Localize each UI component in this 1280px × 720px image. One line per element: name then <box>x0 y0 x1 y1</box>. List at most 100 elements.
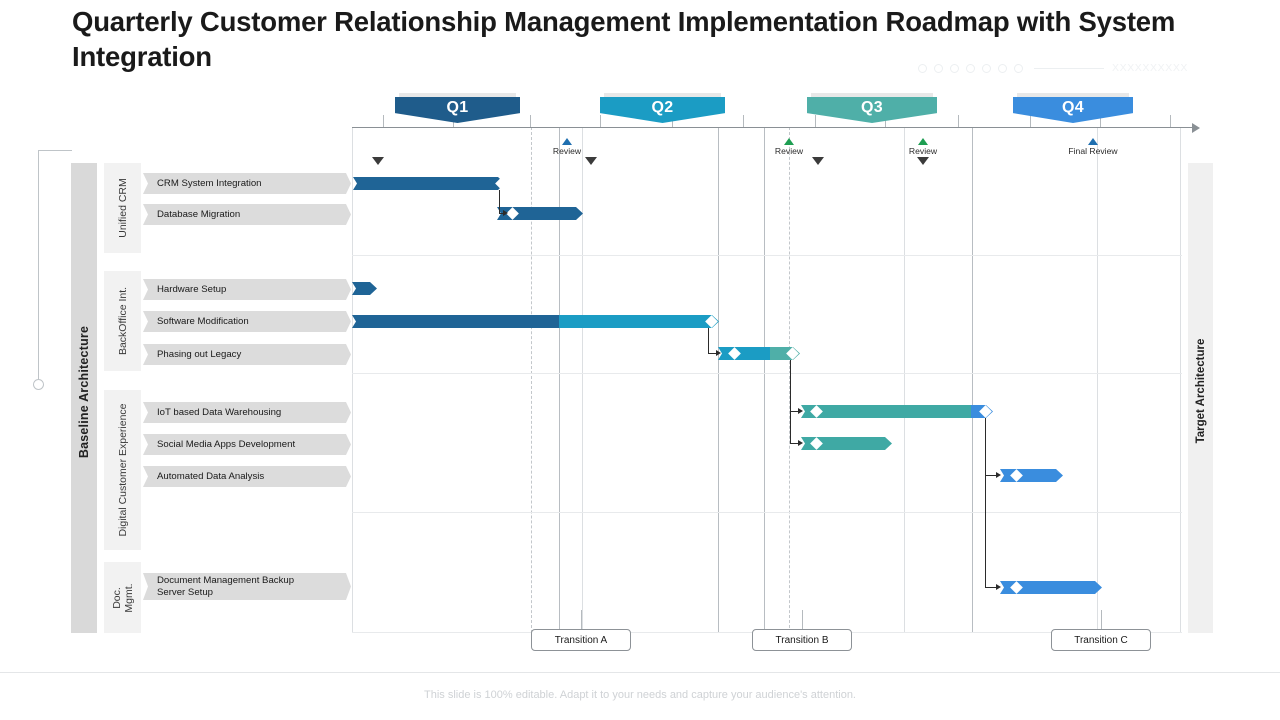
connector-horizontal <box>790 443 798 444</box>
axis-tick <box>815 115 816 127</box>
axis-tick <box>1030 115 1031 127</box>
gridline-vertical <box>718 127 719 633</box>
task-label-row[interactable]: CRM System Integration <box>143 173 351 194</box>
gantt-bar-segment <box>718 347 770 360</box>
transition-box[interactable]: Transition A <box>531 629 631 651</box>
triangle-up-icon <box>562 138 572 145</box>
axis-tick <box>383 115 384 127</box>
review-marker: Review <box>525 138 609 156</box>
axis-tick <box>958 115 959 127</box>
triangle-down-icon <box>372 157 384 165</box>
quarter-banner-Q3[interactable]: Q3 <box>807 97 937 123</box>
quarter-label: Q4 <box>1062 99 1084 116</box>
quarter-label: Q1 <box>446 99 469 116</box>
gridline-horizontal <box>352 512 1182 513</box>
gridline-vertical <box>1180 127 1181 633</box>
review-label: Review <box>552 146 582 156</box>
deco-dot <box>918 63 927 73</box>
group-box-1: Unified CRM <box>104 163 141 253</box>
transition-box[interactable]: Transition C <box>1051 629 1151 651</box>
axis-tick <box>530 115 531 127</box>
gantt-bar-segment <box>353 177 505 190</box>
header-decoration: XXXXXXXXXX <box>918 60 1188 76</box>
gantt-bar[interactable] <box>497 207 583 220</box>
triangle-down-icon <box>585 157 597 165</box>
quarter-banner-Q2[interactable]: Q2 <box>600 97 725 123</box>
transition-stem <box>581 610 582 629</box>
review-label: Review <box>774 146 804 156</box>
task-label-text: Document Management Backup Server Setup <box>157 575 295 598</box>
deco-dot <box>998 63 1007 73</box>
quarter-banner-Q4[interactable]: Q4 <box>1013 97 1133 123</box>
connector-arrow-icon <box>716 350 721 356</box>
task-label-row[interactable]: Software Modification <box>143 311 351 332</box>
review-label: Review <box>908 146 938 156</box>
transition-label: Transition C <box>1074 634 1128 646</box>
gantt-bar[interactable] <box>801 437 892 450</box>
gridline-vertical <box>904 127 905 633</box>
quarter-banner-Q1[interactable]: Q1 <box>395 97 520 123</box>
task-label-row[interactable]: IoT based Data Warehousing <box>143 402 351 423</box>
axis-tick <box>743 115 744 127</box>
quarter-label: Q3 <box>861 99 883 116</box>
gantt-bar-segment <box>801 405 971 418</box>
task-label-row[interactable]: Automated Data Analysis <box>143 466 351 487</box>
task-label-text: IoT based Data Warehousing <box>157 406 282 418</box>
connector-arrow-icon <box>996 472 1001 478</box>
task-label-row[interactable]: Social Media Apps Development <box>143 434 351 455</box>
connector-vertical <box>790 360 791 443</box>
transition-stem <box>802 610 803 629</box>
deco-dot <box>934 63 943 73</box>
group-box-4: Doc. Mgmt. <box>104 562 141 633</box>
triangle-up-icon <box>784 138 794 145</box>
gantt-bar[interactable] <box>353 177 508 190</box>
deco-rule <box>1034 67 1104 69</box>
baseline-architecture-panel: Baseline Architecture <box>71 163 97 633</box>
baseline-architecture-label: Baseline Architecture <box>77 325 91 459</box>
transition-box[interactable]: Transition B <box>752 629 852 651</box>
task-label-row[interactable]: Hardware Setup <box>143 279 351 300</box>
gantt-bar-segment <box>352 315 559 328</box>
gridline-vertical <box>531 127 532 633</box>
group-box-2: BackOffice Int. <box>104 271 141 371</box>
gridline-vertical <box>352 127 353 633</box>
task-label-row[interactable]: Database Migration <box>143 204 351 225</box>
task-label-row[interactable]: Document Management Backup Server Setup <box>143 573 351 600</box>
task-label-text: Database Migration <box>157 208 241 220</box>
connector-horizontal <box>985 587 996 588</box>
target-architecture-label: Target Architecture <box>1195 338 1207 444</box>
gridline-vertical <box>764 127 765 633</box>
gantt-bar[interactable] <box>352 315 719 328</box>
connector-horizontal <box>985 475 996 476</box>
footer-divider <box>0 672 1280 673</box>
gridline-horizontal <box>352 373 1182 374</box>
timeline-axis <box>352 127 1194 128</box>
connector-horizontal <box>708 353 716 354</box>
connector-vertical <box>708 328 709 353</box>
gantt-bar[interactable] <box>1000 469 1063 482</box>
group-box-3: Digital Customer Experience <box>104 390 141 550</box>
task-label-text: Automated Data Analysis <box>157 470 265 482</box>
triangle-down-icon <box>917 157 929 165</box>
gridline-vertical <box>1097 127 1098 633</box>
connector-arrow-icon <box>798 440 803 446</box>
gridline-vertical <box>582 127 583 633</box>
review-marker: Final Review <box>1051 138 1135 156</box>
gantt-bar[interactable] <box>801 405 993 418</box>
gantt-bar[interactable] <box>352 282 377 295</box>
slide-root: Quarterly Customer Relationship Manageme… <box>0 0 1280 720</box>
gantt-bar[interactable] <box>1000 581 1102 594</box>
transition-label: Transition A <box>554 634 608 646</box>
task-label-text: Hardware Setup <box>157 283 227 295</box>
axis-tick <box>600 115 601 127</box>
review-label: Final Review <box>1068 146 1118 156</box>
gantt-bar[interactable] <box>718 347 800 360</box>
triangle-down-icon <box>812 157 824 165</box>
connector-vertical <box>985 418 986 587</box>
connector-arrow-icon <box>503 210 508 216</box>
group-label: Unified CRM <box>116 178 129 238</box>
task-label-text: Software Modification <box>157 315 249 327</box>
task-label-row[interactable]: Phasing out Legacy <box>143 344 351 365</box>
connector-arrow-icon <box>798 408 803 414</box>
baseline-bracket-endpoint <box>33 379 44 390</box>
